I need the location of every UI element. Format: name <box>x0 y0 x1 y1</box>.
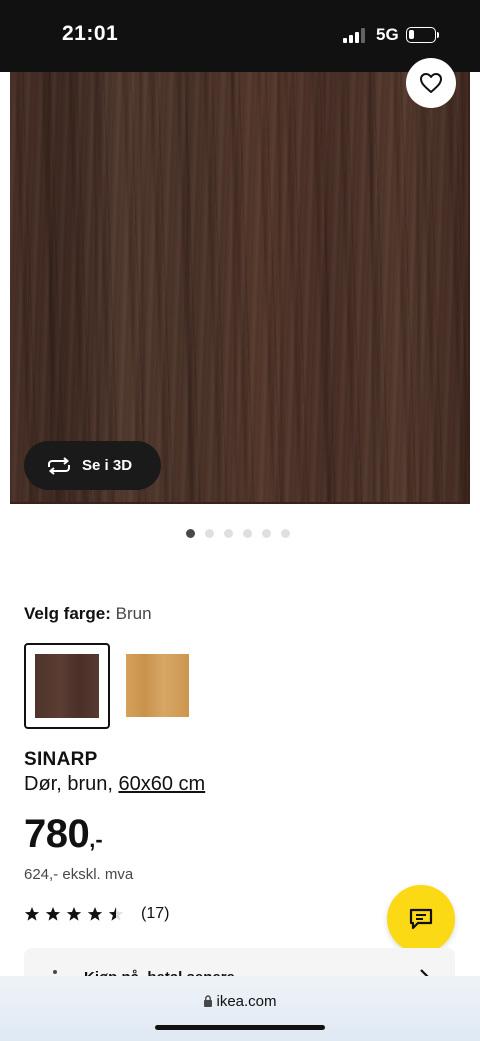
price-suffix: ,- <box>89 827 103 852</box>
battery-icon <box>406 27 436 43</box>
color-prefix: Velg farge: <box>24 604 111 623</box>
status-time: 21:01 <box>62 22 119 45</box>
pagination-dot[interactable] <box>243 529 252 538</box>
review-count: (17) <box>141 905 170 922</box>
star-full-icon <box>24 907 40 921</box>
pagination-dot[interactable] <box>205 529 214 538</box>
url-display[interactable]: ikea.com <box>0 993 480 1010</box>
selected-color: Brun <box>115 604 152 623</box>
star-half-icon <box>108 907 124 921</box>
view-in-3d-button[interactable]: Se i 3D <box>24 441 161 490</box>
color-swatch-brown[interactable] <box>24 643 110 729</box>
star-full-icon <box>45 907 61 921</box>
image-pagination <box>186 529 290 539</box>
battery-cap <box>437 32 439 38</box>
status-bar: 21:01 5G <box>0 0 480 72</box>
pagination-dot[interactable] <box>281 529 290 538</box>
lock-icon <box>204 995 213 1007</box>
color-selection-label: Velg farge: Brun <box>24 604 152 624</box>
chat-button[interactable] <box>387 885 455 953</box>
rotate-3d-icon <box>48 456 70 475</box>
color-swatch-oak[interactable] <box>126 654 189 717</box>
brown-swatch-image <box>35 654 99 718</box>
product-size-link[interactable]: 60x60 cm <box>118 773 205 795</box>
home-indicator[interactable] <box>155 1025 325 1030</box>
product-image[interactable] <box>10 72 470 504</box>
product-price: 780,- <box>24 812 103 857</box>
pagination-dot[interactable] <box>224 529 233 538</box>
chat-bubble-icon <box>409 908 433 930</box>
favorite-button[interactable] <box>406 58 456 108</box>
browser-url-bar[interactable]: ikea.com <box>0 976 480 1041</box>
url-text: ikea.com <box>216 993 277 1010</box>
product-name: SINARP <box>24 749 98 770</box>
star-full-icon <box>87 907 103 921</box>
price-main: 780 <box>24 812 90 856</box>
wood-grain-texture <box>10 72 468 502</box>
star-full-icon <box>66 907 82 921</box>
heart-icon <box>420 73 442 93</box>
cellular-signal-icon <box>343 28 367 43</box>
price-excl-vat: 624,- ekskl. mva <box>24 866 134 883</box>
view-in-3d-label: Se i 3D <box>82 457 133 474</box>
network-type: 5G <box>376 25 399 44</box>
pagination-dot[interactable] <box>186 529 195 538</box>
product-rating[interactable]: (17) <box>24 905 169 923</box>
product-description: Dør, brun, 60x60 cm <box>24 773 205 796</box>
product-description-text: Dør, brun, <box>24 773 119 795</box>
pagination-dot[interactable] <box>262 529 271 538</box>
